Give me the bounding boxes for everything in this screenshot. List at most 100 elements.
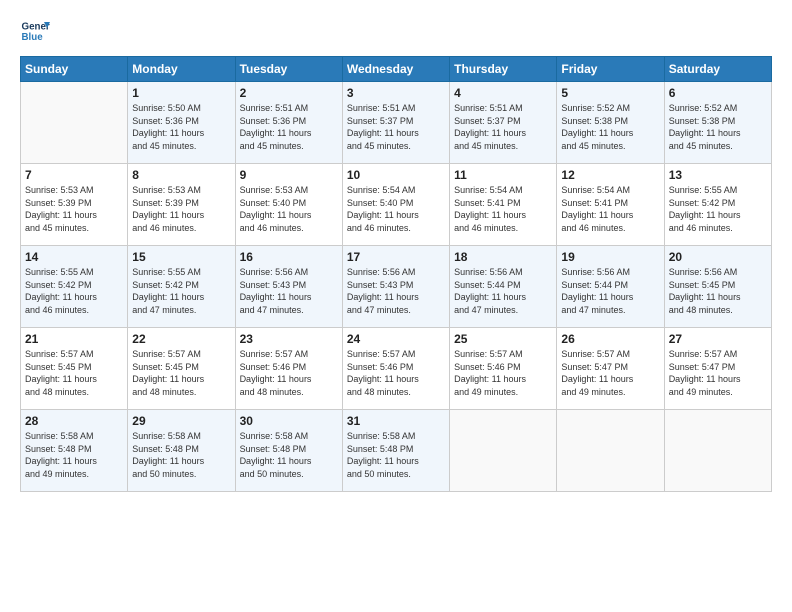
day-number: 24: [347, 332, 445, 346]
day-info: Sunrise: 5:56 AM Sunset: 5:43 PM Dayligh…: [240, 266, 338, 316]
calendar-cell: 17 Sunrise: 5:56 AM Sunset: 5:43 PM Dayli…: [342, 246, 449, 328]
calendar-cell: 23 Sunrise: 5:57 AM Sunset: 5:46 PM Dayli…: [235, 328, 342, 410]
day-number: 18: [454, 250, 552, 264]
calendar-cell: [664, 410, 771, 492]
day-number: 16: [240, 250, 338, 264]
day-info: Sunrise: 5:56 AM Sunset: 5:45 PM Dayligh…: [669, 266, 767, 316]
day-number: 23: [240, 332, 338, 346]
column-header-friday: Friday: [557, 57, 664, 82]
day-number: 25: [454, 332, 552, 346]
day-number: 2: [240, 86, 338, 100]
day-number: 3: [347, 86, 445, 100]
day-info: Sunrise: 5:57 AM Sunset: 5:47 PM Dayligh…: [669, 348, 767, 398]
day-info: Sunrise: 5:57 AM Sunset: 5:47 PM Dayligh…: [561, 348, 659, 398]
calendar-week-row: 21Sunrise: 5:57 AM Sunset: 5:45 PM Dayli…: [21, 328, 772, 410]
calendar-cell: 19 Sunrise: 5:56 AM Sunset: 5:44 PM Dayli…: [557, 246, 664, 328]
day-info: Sunrise: 5:53 AM Sunset: 5:39 PM Dayligh…: [132, 184, 230, 234]
calendar-cell: 7 Sunrise: 5:53 AM Sunset: 5:39 PM Daylig…: [21, 164, 128, 246]
day-number: 12: [561, 168, 659, 182]
calendar-cell: 11 Sunrise: 5:54 AM Sunset: 5:41 PM Dayli…: [450, 164, 557, 246]
day-number: 15: [132, 250, 230, 264]
column-header-tuesday: Tuesday: [235, 57, 342, 82]
day-number: 8: [132, 168, 230, 182]
calendar-cell: 12 Sunrise: 5:54 AM Sunset: 5:41 PM Dayli…: [557, 164, 664, 246]
calendar-cell: 28 Sunrise: 5:58 AM Sunset: 5:48 PM Dayli…: [21, 410, 128, 492]
day-info: Sunrise: 5:51 AM Sunset: 5:37 PM Dayligh…: [347, 102, 445, 152]
calendar-cell: 13Sunrise: 5:55 AM Sunset: 5:42 PM Dayli…: [664, 164, 771, 246]
calendar-cell: 25 Sunrise: 5:57 AM Sunset: 5:46 PM Dayli…: [450, 328, 557, 410]
day-number: 5: [561, 86, 659, 100]
calendar-cell: 18 Sunrise: 5:56 AM Sunset: 5:44 PM Dayli…: [450, 246, 557, 328]
day-info: Sunrise: 5:56 AM Sunset: 5:43 PM Dayligh…: [347, 266, 445, 316]
calendar-cell: 15Sunrise: 5:55 AM Sunset: 5:42 PM Dayli…: [128, 246, 235, 328]
day-info: Sunrise: 5:54 AM Sunset: 5:40 PM Dayligh…: [347, 184, 445, 234]
day-info: Sunrise: 5:57 AM Sunset: 5:46 PM Dayligh…: [454, 348, 552, 398]
day-number: 10: [347, 168, 445, 182]
day-info: Sunrise: 5:51 AM Sunset: 5:37 PM Dayligh…: [454, 102, 552, 152]
day-info: Sunrise: 5:57 AM Sunset: 5:45 PM Dayligh…: [132, 348, 230, 398]
day-number: 27: [669, 332, 767, 346]
day-number: 14: [25, 250, 123, 264]
column-header-saturday: Saturday: [664, 57, 771, 82]
day-number: 19: [561, 250, 659, 264]
day-number: 7: [25, 168, 123, 182]
calendar-cell: [557, 410, 664, 492]
calendar-cell: 22Sunrise: 5:57 AM Sunset: 5:45 PM Dayli…: [128, 328, 235, 410]
day-number: 29: [132, 414, 230, 428]
calendar-week-row: 28 Sunrise: 5:58 AM Sunset: 5:48 PM Dayli…: [21, 410, 772, 492]
logo-icon: General Blue: [20, 16, 50, 46]
calendar-cell: 10 Sunrise: 5:54 AM Sunset: 5:40 PM Dayli…: [342, 164, 449, 246]
calendar-cell: 21Sunrise: 5:57 AM Sunset: 5:45 PM Dayli…: [21, 328, 128, 410]
day-info: Sunrise: 5:55 AM Sunset: 5:42 PM Dayligh…: [669, 184, 767, 234]
day-number: 17: [347, 250, 445, 264]
calendar-week-row: 14Sunrise: 5:55 AM Sunset: 5:42 PM Dayli…: [21, 246, 772, 328]
calendar-cell: 2 Sunrise: 5:51 AM Sunset: 5:36 PM Daylig…: [235, 82, 342, 164]
day-number: 9: [240, 168, 338, 182]
day-info: Sunrise: 5:57 AM Sunset: 5:45 PM Dayligh…: [25, 348, 123, 398]
day-info: Sunrise: 5:53 AM Sunset: 5:40 PM Dayligh…: [240, 184, 338, 234]
calendar-cell: 4Sunrise: 5:51 AM Sunset: 5:37 PM Daylig…: [450, 82, 557, 164]
day-number: 1: [132, 86, 230, 100]
day-info: Sunrise: 5:56 AM Sunset: 5:44 PM Dayligh…: [454, 266, 552, 316]
calendar-cell: 31Sunrise: 5:58 AM Sunset: 5:48 PM Dayli…: [342, 410, 449, 492]
calendar-cell: 9 Sunrise: 5:53 AM Sunset: 5:40 PM Daylig…: [235, 164, 342, 246]
calendar-cell: 1 Sunrise: 5:50 AM Sunset: 5:36 PM Daylig…: [128, 82, 235, 164]
day-info: Sunrise: 5:54 AM Sunset: 5:41 PM Dayligh…: [561, 184, 659, 234]
day-info: Sunrise: 5:58 AM Sunset: 5:48 PM Dayligh…: [25, 430, 123, 480]
calendar-cell: [21, 82, 128, 164]
calendar-week-row: 1 Sunrise: 5:50 AM Sunset: 5:36 PM Daylig…: [21, 82, 772, 164]
day-info: Sunrise: 5:51 AM Sunset: 5:36 PM Dayligh…: [240, 102, 338, 152]
day-info: Sunrise: 5:57 AM Sunset: 5:46 PM Dayligh…: [347, 348, 445, 398]
day-info: Sunrise: 5:54 AM Sunset: 5:41 PM Dayligh…: [454, 184, 552, 234]
calendar-cell: 27 Sunrise: 5:57 AM Sunset: 5:47 PM Dayli…: [664, 328, 771, 410]
logo: General Blue: [20, 16, 50, 46]
column-header-sunday: Sunday: [21, 57, 128, 82]
column-header-wednesday: Wednesday: [342, 57, 449, 82]
day-number: 30: [240, 414, 338, 428]
calendar-header-row: SundayMondayTuesdayWednesdayThursdayFrid…: [21, 57, 772, 82]
day-info: Sunrise: 5:58 AM Sunset: 5:48 PM Dayligh…: [240, 430, 338, 480]
calendar-body: 1 Sunrise: 5:50 AM Sunset: 5:36 PM Daylig…: [21, 82, 772, 492]
day-number: 11: [454, 168, 552, 182]
calendar-cell: [450, 410, 557, 492]
calendar-cell: 14Sunrise: 5:55 AM Sunset: 5:42 PM Dayli…: [21, 246, 128, 328]
svg-text:Blue: Blue: [22, 32, 44, 43]
calendar-cell: 26 Sunrise: 5:57 AM Sunset: 5:47 PM Dayli…: [557, 328, 664, 410]
calendar-cell: 20 Sunrise: 5:56 AM Sunset: 5:45 PM Dayli…: [664, 246, 771, 328]
calendar-cell: 5 Sunrise: 5:52 AM Sunset: 5:38 PM Daylig…: [557, 82, 664, 164]
calendar-cell: 29Sunrise: 5:58 AM Sunset: 5:48 PM Dayli…: [128, 410, 235, 492]
day-info: Sunrise: 5:50 AM Sunset: 5:36 PM Dayligh…: [132, 102, 230, 152]
calendar-cell: 16 Sunrise: 5:56 AM Sunset: 5:43 PM Dayli…: [235, 246, 342, 328]
day-info: Sunrise: 5:57 AM Sunset: 5:46 PM Dayligh…: [240, 348, 338, 398]
day-number: 26: [561, 332, 659, 346]
calendar-cell: 24 Sunrise: 5:57 AM Sunset: 5:46 PM Dayli…: [342, 328, 449, 410]
calendar-week-row: 7 Sunrise: 5:53 AM Sunset: 5:39 PM Daylig…: [21, 164, 772, 246]
day-info: Sunrise: 5:52 AM Sunset: 5:38 PM Dayligh…: [561, 102, 659, 152]
calendar-cell: 30 Sunrise: 5:58 AM Sunset: 5:48 PM Dayli…: [235, 410, 342, 492]
day-number: 28: [25, 414, 123, 428]
day-number: 20: [669, 250, 767, 264]
day-info: Sunrise: 5:58 AM Sunset: 5:48 PM Dayligh…: [347, 430, 445, 480]
calendar-cell: 3 Sunrise: 5:51 AM Sunset: 5:37 PM Daylig…: [342, 82, 449, 164]
day-info: Sunrise: 5:53 AM Sunset: 5:39 PM Dayligh…: [25, 184, 123, 234]
day-info: Sunrise: 5:56 AM Sunset: 5:44 PM Dayligh…: [561, 266, 659, 316]
